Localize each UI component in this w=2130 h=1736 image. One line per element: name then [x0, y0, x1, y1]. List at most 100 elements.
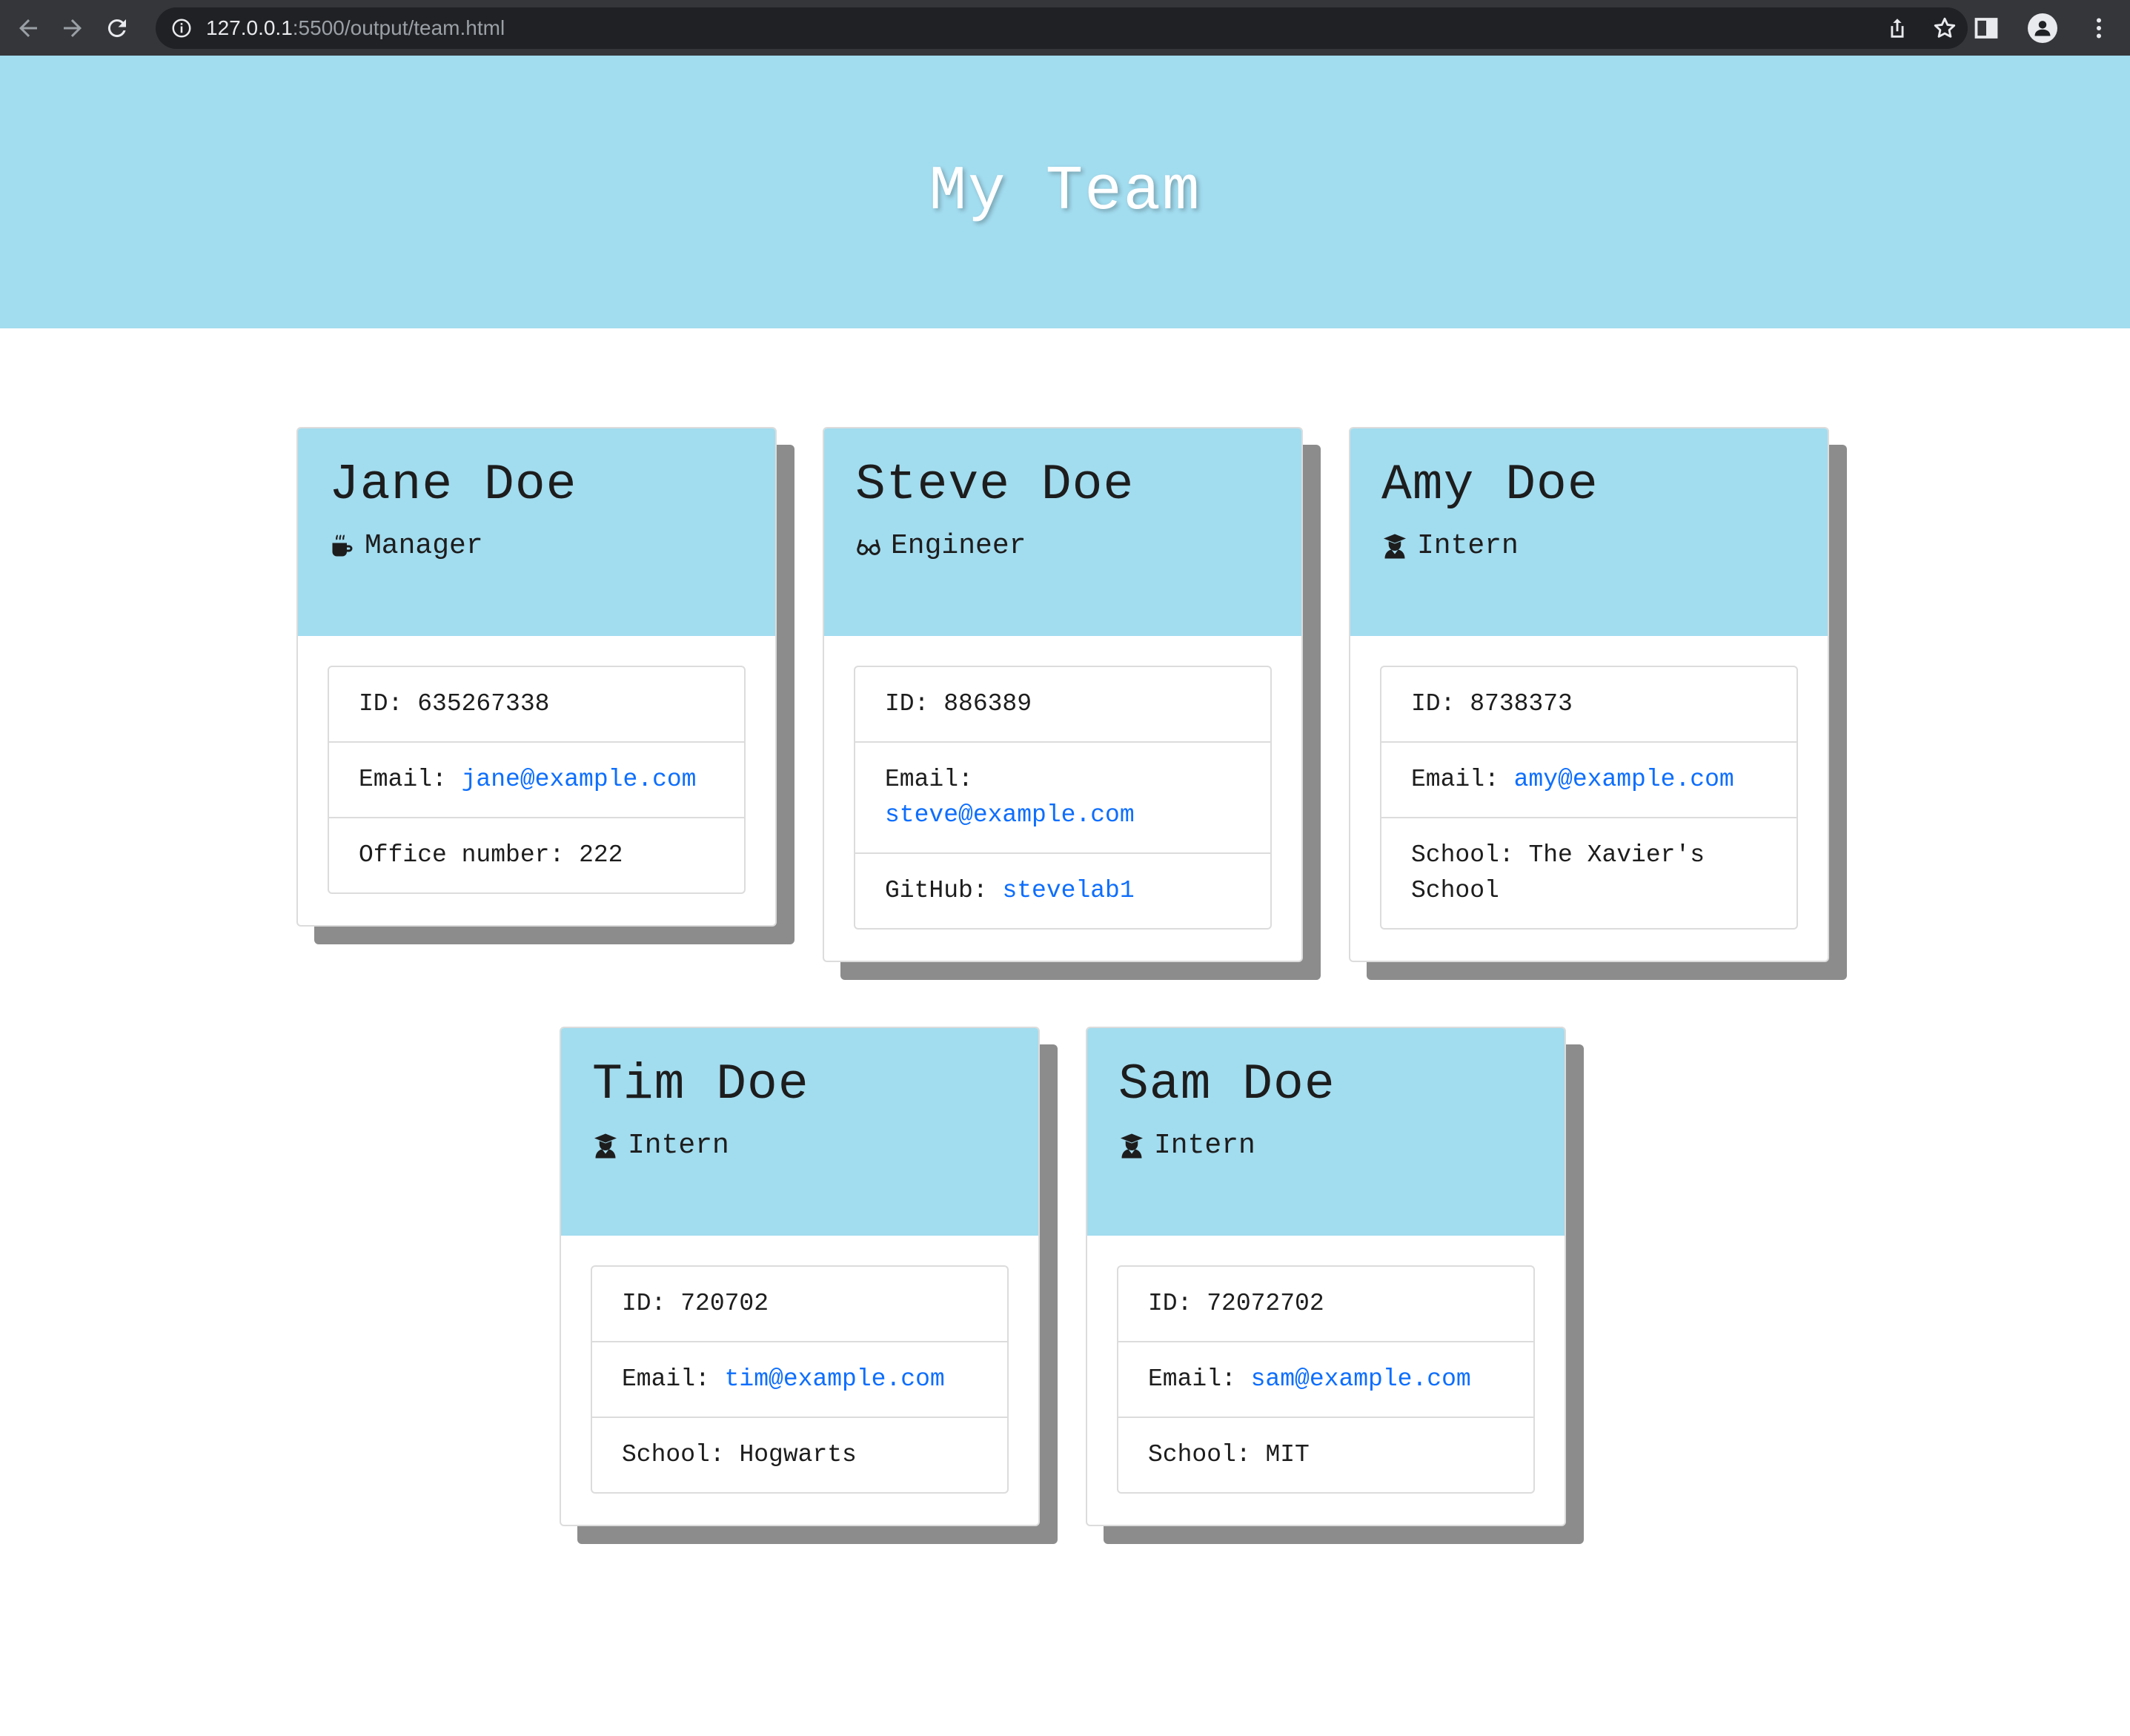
employee-card: Amy Doe Intern ID: 8738373 Email: amy@ex…	[1349, 427, 1829, 962]
card-body: ID: 720702 Email: tim@example.com School…	[561, 1236, 1038, 1525]
card-body: ID: 72072702 Email: sam@example.com Scho…	[1087, 1236, 1565, 1525]
email-link[interactable]: amy@example.com	[1514, 766, 1734, 793]
school-row: School: Hogwarts	[592, 1418, 1007, 1492]
card-header: Jane Doe Manager	[298, 428, 775, 636]
id-row: ID: 635267338	[329, 667, 744, 743]
email-link[interactable]: tim@example.com	[725, 1365, 945, 1393]
email-row: Email: tim@example.com	[592, 1342, 1007, 1418]
email-link[interactable]: steve@example.com	[885, 801, 1135, 829]
id-value: 886389	[943, 690, 1032, 718]
url-host: 127.0.0.1	[206, 16, 293, 39]
email-row: Email: amy@example.com	[1381, 743, 1796, 818]
arrow-right-icon	[64, 19, 82, 37]
browser-toolbar: 127.0.0.1:5500/output/team.html	[0, 0, 2130, 56]
id-value: 720702	[680, 1290, 769, 1317]
address-bar[interactable]: 127.0.0.1:5500/output/team.html	[156, 7, 1968, 49]
id-label: ID:	[1411, 690, 1470, 718]
person-icon	[2034, 20, 2051, 36]
school-row: School: MIT	[1118, 1418, 1533, 1492]
github-row: GitHub: stevelab1	[855, 854, 1270, 928]
forward-button[interactable]	[56, 12, 89, 44]
email-link[interactable]: sam@example.com	[1251, 1365, 1471, 1393]
details-list: ID: 886389 Email: steve@example.com GitH…	[854, 666, 1272, 930]
school-row: School: The Xavier's School	[1381, 818, 1796, 928]
employee-name: Tim Doe	[592, 1056, 809, 1113]
employee-card: Jane Doe Manager ID: 635267338 Email: ja…	[296, 427, 777, 927]
id-value: 8738373	[1470, 690, 1573, 718]
id-label: ID:	[622, 1290, 681, 1317]
address-bar-actions	[1885, 7, 1957, 49]
url-path: :5500/output/team.html	[292, 16, 505, 39]
id-row: ID: 72072702	[1118, 1267, 1533, 1342]
employee-role: Engineer	[855, 530, 1270, 562]
id-label: ID:	[359, 690, 418, 718]
graduate-icon	[1121, 1133, 1143, 1158]
employee-role: Manager	[329, 530, 744, 562]
id-row: ID: 886389	[855, 667, 1270, 743]
github-link[interactable]: stevelab1	[1002, 877, 1134, 904]
employee-name: Sam Doe	[1118, 1056, 1336, 1113]
back-button[interactable]	[12, 12, 44, 44]
arrow-left-icon	[19, 19, 37, 37]
employee-card: Sam Doe Intern ID: 72072702 Email: sam@e…	[1086, 1027, 1566, 1526]
employee-card: Steve Doe Engineer ID: 886389 Email: ste…	[823, 427, 1303, 962]
email-link[interactable]: jane@example.com	[462, 766, 697, 793]
profile-avatar[interactable]	[2028, 13, 2057, 43]
details-list: ID: 720702 Email: tim@example.com School…	[591, 1265, 1009, 1494]
details-list: ID: 72072702 Email: sam@example.com Scho…	[1117, 1265, 1535, 1494]
role-label: Intern	[628, 1130, 729, 1162]
employee-name: Jane Doe	[329, 457, 577, 514]
graduate-icon	[1384, 534, 1406, 558]
reload-button[interactable]	[101, 12, 133, 44]
side-panel-button[interactable]	[1971, 13, 2001, 43]
id-row: ID: 8738373	[1381, 667, 1796, 743]
card-header: Amy Doe Intern	[1350, 428, 1828, 636]
share-icon[interactable]	[1885, 16, 1910, 41]
browser-right-actions	[1971, 0, 2114, 56]
page-header: My Team	[0, 56, 2130, 328]
school-label: School:	[1148, 1441, 1266, 1468]
email-label: Email:	[885, 766, 973, 793]
email-row: Email: jane@example.com	[329, 743, 744, 818]
card-header: Sam Doe Intern	[1087, 1028, 1565, 1236]
mug-icon	[332, 534, 353, 556]
side-panel-icon	[1974, 17, 1998, 39]
card-body: ID: 8738373 Email: amy@example.com Schoo…	[1350, 636, 1828, 961]
email-row: Email: sam@example.com	[1118, 1342, 1533, 1418]
id-value: 72072702	[1207, 1290, 1324, 1317]
role-label: Engineer	[891, 530, 1026, 562]
card-header: Tim Doe Intern	[561, 1028, 1038, 1236]
employee-role: Intern	[1381, 530, 1796, 562]
bookmark-star-icon[interactable]	[1932, 16, 1957, 41]
school-label: School:	[1411, 841, 1529, 869]
employee-role: Intern	[592, 1130, 1007, 1162]
details-list: ID: 635267338 Email: jane@example.com Of…	[328, 666, 746, 894]
reload-icon	[107, 19, 126, 37]
menu-button[interactable]	[2084, 13, 2114, 43]
page-title: My Team	[929, 156, 1201, 228]
school-label: School:	[622, 1441, 740, 1468]
email-label: Email:	[1148, 1365, 1251, 1393]
email-label: Email:	[359, 766, 462, 793]
office-value: 222	[579, 841, 623, 869]
office-label: Office number:	[359, 841, 580, 869]
card-body: ID: 635267338 Email: jane@example.com Of…	[298, 636, 775, 925]
url-text: 127.0.0.1:5500/output/team.html	[206, 16, 505, 40]
github-label: GitHub:	[885, 877, 1003, 904]
school-value: Hogwarts	[739, 1441, 857, 1468]
id-label: ID:	[1148, 1290, 1207, 1317]
office-row: Office number: 222	[329, 818, 744, 892]
role-label: Intern	[1417, 530, 1519, 562]
email-row: Email: steve@example.com	[855, 743, 1270, 854]
id-row: ID: 720702	[592, 1267, 1007, 1342]
details-list: ID: 8738373 Email: amy@example.com Schoo…	[1380, 666, 1798, 930]
id-value: 635267338	[417, 690, 550, 718]
graduate-icon	[594, 1133, 617, 1158]
employee-role: Intern	[1118, 1130, 1533, 1162]
glasses-icon	[857, 539, 880, 555]
id-label: ID:	[885, 690, 944, 718]
info-icon	[172, 19, 191, 38]
role-label: Manager	[365, 530, 483, 562]
kebab-menu-icon	[2097, 18, 2101, 38]
employee-name: Amy Doe	[1381, 457, 1599, 514]
